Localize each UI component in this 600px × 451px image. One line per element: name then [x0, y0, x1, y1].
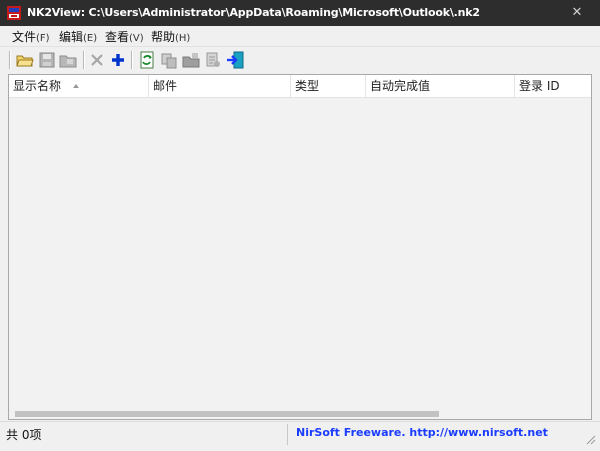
menu-view[interactable]: 查看(V): [105, 28, 144, 45]
folder-button[interactable]: [58, 50, 78, 70]
toolbar: [0, 47, 600, 73]
list-header: 显示名称 邮件 类型 自动完成值 登录 ID: [9, 75, 591, 98]
sort-up-icon: [73, 84, 79, 88]
exit-button[interactable]: [225, 50, 245, 70]
status-bar: 共 0项 NirSoft Freeware. http://www.nirsof…: [0, 421, 600, 451]
menu-help-accel: (H): [175, 33, 191, 44]
menu-help-label: 帮助: [151, 30, 176, 44]
column-email[interactable]: 邮件: [149, 75, 291, 97]
open-button[interactable]: [15, 50, 35, 70]
refresh-button[interactable]: [137, 50, 157, 70]
menu-edit-accel: (E): [83, 33, 98, 44]
folder-icon: [59, 55, 77, 68]
column-autocomplete-label: 自动完成值: [370, 79, 431, 93]
properties-button[interactable]: [203, 50, 223, 70]
menu-view-accel: (V): [129, 33, 144, 44]
column-type[interactable]: 类型: [291, 75, 366, 97]
column-display-name-label: 显示名称: [13, 79, 62, 93]
column-email-label: 邮件: [153, 79, 178, 93]
menu-edit[interactable]: 编辑(E): [59, 28, 97, 45]
menu-view-label: 查看: [105, 30, 130, 44]
toolbar-separator: [9, 51, 11, 69]
status-separator: [287, 424, 288, 445]
delete-icon: [91, 54, 103, 66]
menu-bar: 文件(F) 编辑(E) 查看(V) 帮助(H): [0, 26, 600, 47]
nirsoft-link[interactable]: NirSoft Freeware. http://www.nirsoft.net: [296, 426, 548, 439]
title-bar: NK2View: C:\Users\Administrator\AppData\…: [0, 0, 600, 26]
refresh-icon: [140, 51, 154, 69]
close-button[interactable]: ✕: [566, 3, 588, 23]
contacts-list[interactable]: 显示名称 邮件 类型 自动完成值 登录 ID: [8, 74, 592, 420]
column-login-id-label: 登录 ID: [519, 79, 560, 93]
save-icon: [39, 52, 55, 68]
add-icon: [112, 54, 124, 66]
toolbar-separator: [83, 51, 85, 69]
column-autocomplete-value[interactable]: 自动完成值: [366, 75, 515, 97]
item-count: 共 0项: [6, 428, 42, 442]
toolbar-separator: [131, 51, 133, 69]
menu-file[interactable]: 文件(F): [12, 28, 50, 45]
nk2view-app-icon: [7, 6, 21, 20]
menu-file-accel: (F): [36, 33, 50, 44]
delete-button[interactable]: [87, 50, 107, 70]
column-display-name[interactable]: 显示名称: [9, 75, 149, 97]
window-title: NK2View: C:\Users\Administrator\AppData\…: [27, 6, 480, 19]
menu-file-label: 文件: [12, 30, 37, 44]
copy-button[interactable]: [159, 50, 179, 70]
menu-edit-label: 编辑: [59, 30, 84, 44]
properties-icon: [206, 52, 220, 67]
add-button[interactable]: [108, 50, 128, 70]
exit-icon: [227, 51, 244, 69]
column-login-id[interactable]: 登录 ID: [515, 75, 591, 97]
folder-export-icon: [182, 53, 200, 68]
open-folder-icon: [16, 55, 34, 67]
scrollbar-thumb[interactable]: [15, 411, 439, 417]
close-icon: ✕: [571, 5, 583, 20]
column-type-label: 类型: [295, 79, 320, 93]
menu-help[interactable]: 帮助(H): [151, 28, 190, 45]
folder-export-button[interactable]: [181, 50, 201, 70]
nk2view-window: NK2View: C:\Users\Administrator\AppData\…: [0, 0, 600, 451]
resize-grip-icon[interactable]: [584, 433, 596, 445]
save-button[interactable]: [37, 50, 57, 70]
horizontal-scrollbar[interactable]: [9, 408, 591, 419]
copy-icon: [161, 53, 177, 69]
